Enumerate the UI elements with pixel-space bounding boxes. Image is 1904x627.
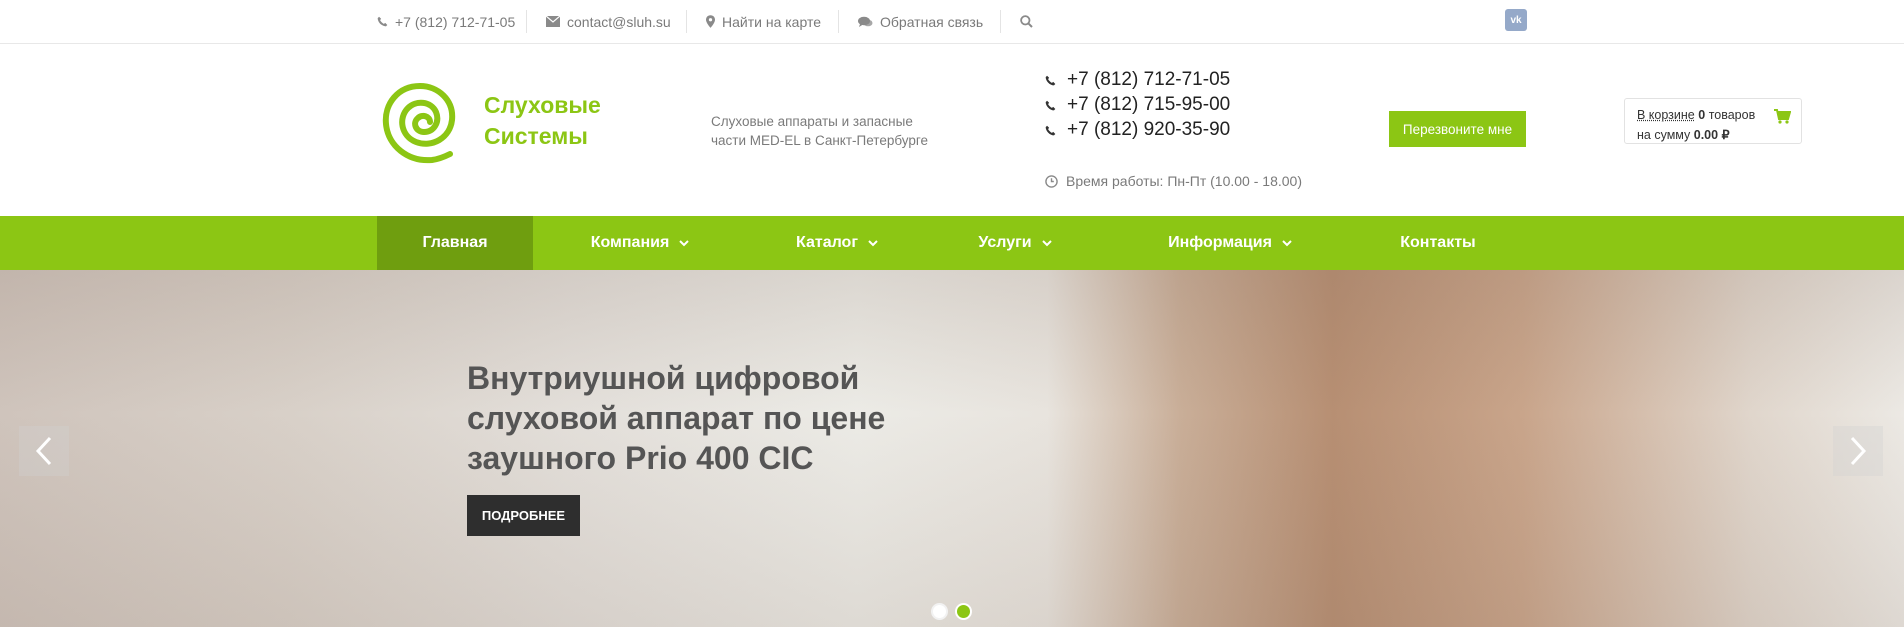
top-phone-link[interactable]: +7 (812) 712-71-05	[377, 0, 515, 43]
chevron-down-icon	[1282, 239, 1292, 247]
cart-sum-label: на сумму	[1637, 128, 1691, 142]
cart-widget[interactable]: В корзине 0 товаров на сумму 0.00 ₽	[1624, 98, 1802, 144]
work-hours: Время работы: Пн-Пт (10.00 - 18.00)	[1045, 173, 1302, 189]
logo-line-2: Системы	[484, 123, 588, 149]
logo-text[interactable]: Слуховые Системы	[484, 90, 601, 152]
nav-label: Услуги	[978, 234, 1032, 251]
cart-items-word: товаров	[1708, 108, 1756, 122]
top-email-link[interactable]: contact@sluh.su	[546, 0, 671, 43]
envelope-icon	[546, 16, 560, 27]
site-tagline: Слуховые аппараты и запасные части MED-E…	[711, 114, 929, 148]
more-button[interactable]: ПОДРОБНЕЕ	[467, 495, 580, 536]
chevron-down-icon	[868, 239, 878, 247]
comments-icon	[858, 16, 873, 28]
divider	[838, 10, 839, 33]
chevron-down-icon	[1041, 239, 1052, 247]
search-button[interactable]	[1020, 0, 1040, 43]
clock-icon	[1045, 174, 1058, 188]
nav-label: Компания	[590, 234, 670, 251]
cart-line-1: В корзине 0 товаров	[1637, 108, 1755, 122]
top-feedback-link[interactable]: Обратная связь	[858, 0, 983, 43]
nav-label: Главная	[422, 234, 488, 251]
slider-dot-2[interactable]	[955, 603, 972, 620]
nav-item-contacts[interactable]: Контакты	[1388, 216, 1488, 270]
map-marker-icon	[706, 15, 715, 28]
slider-next-button[interactable]	[1833, 426, 1883, 476]
header-phone-2[interactable]: +7 (812) 715-95-00	[1045, 94, 1230, 116]
main-nav: Главная Компания Каталог Услуги Информац…	[0, 216, 1904, 270]
top-map-link[interactable]: Найти на карте	[706, 0, 821, 43]
hero-background-image	[0, 270, 1904, 627]
vk-icon[interactable]: vk	[1505, 9, 1527, 31]
phone-icon	[1045, 125, 1059, 136]
divider	[1000, 10, 1001, 33]
divider	[526, 10, 527, 33]
top-map-text: Найти на карте	[722, 13, 821, 30]
nav-item-company[interactable]: Компания	[570, 216, 710, 270]
cart-sum: 0.00	[1693, 128, 1719, 142]
chevron-down-icon	[679, 239, 689, 247]
currency-symbol: ₽	[1721, 128, 1730, 142]
top-phone-text: +7 (812) 712-71-05	[395, 13, 516, 30]
cart-count: 0	[1698, 108, 1706, 122]
header-phone-1[interactable]: +7 (812) 712-71-05	[1045, 69, 1230, 91]
nav-item-services[interactable]: Услуги	[960, 216, 1070, 270]
cart-link[interactable]: В корзине	[1637, 108, 1695, 122]
chevron-right-icon	[1850, 436, 1867, 466]
nav-item-information[interactable]: Информация	[1150, 216, 1310, 270]
slider-prev-button[interactable]	[19, 426, 69, 476]
phone-icon	[1045, 100, 1059, 111]
slide-title: Внутриушной цифровой слуховой аппарат по…	[467, 360, 886, 476]
logo-line-1: Слуховые	[484, 92, 601, 118]
work-hours-text: Время работы: Пн-Пт (10.00 - 18.00)	[1066, 173, 1302, 189]
top-email-text: contact@sluh.su	[567, 13, 671, 30]
phone-icon	[377, 16, 388, 27]
header-phone-text: +7 (812) 920-35-90	[1067, 119, 1231, 140]
slider-dot-1[interactable]	[931, 603, 948, 620]
divider	[686, 10, 687, 33]
header-phone-text: +7 (812) 715-95-00	[1067, 94, 1231, 115]
header-phone-text: +7 (812) 712-71-05	[1067, 69, 1231, 90]
header-phone-3[interactable]: +7 (812) 920-35-90	[1045, 119, 1230, 141]
nav-label: Контакты	[1400, 234, 1476, 251]
phone-icon	[1045, 75, 1059, 86]
nav-label: Информация	[1168, 234, 1272, 251]
nav-item-catalog[interactable]: Каталог	[777, 216, 897, 270]
top-feedback-text: Обратная связь	[880, 13, 984, 30]
cart-line-2: на сумму 0.00 ₽	[1637, 127, 1730, 142]
shopping-cart-icon	[1774, 109, 1792, 127]
hero-slider: Внутриушной цифровой слуховой аппарат по…	[0, 270, 1904, 627]
search-icon	[1020, 15, 1033, 28]
logo-icon[interactable]	[374, 70, 470, 170]
callback-button[interactable]: Перезвоните мне	[1389, 111, 1526, 147]
nav-item-home[interactable]: Главная	[377, 216, 533, 270]
chevron-left-icon	[35, 436, 52, 466]
nav-label: Каталог	[796, 234, 858, 251]
top-bar: +7 (812) 712-71-05 contact@sluh.su Найти…	[0, 0, 1904, 44]
